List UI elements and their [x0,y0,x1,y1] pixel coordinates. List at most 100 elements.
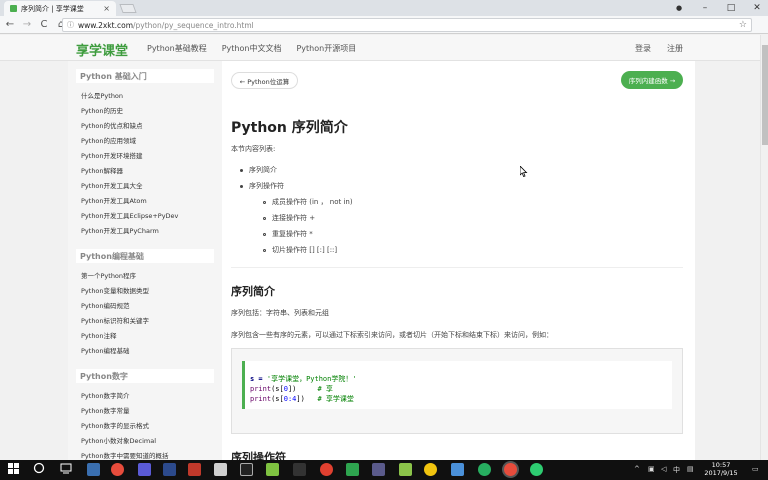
toc-item[interactable]: 序列操作符 [240,181,284,191]
window-controls: ● – □ ✕ [666,0,768,16]
account-icon[interactable]: ● [666,4,692,12]
sidebar-item[interactable]: Python开发工具Eclipse+PyDev [68,209,222,224]
url-host: www.2xkt.com [78,20,133,30]
maximize-button[interactable]: □ [718,3,744,13]
site-favicon-icon [10,5,17,12]
sidebar-item[interactable]: 什么是Python [68,89,222,104]
network-icon[interactable]: ▣ [648,465,655,473]
pycharm-icon[interactable] [346,463,359,476]
nav-python-docs[interactable]: Python中文文档 [222,43,282,54]
sidebar-item[interactable]: Python开发环境搭建 [68,149,222,164]
tab-title: 序列简介 | 享学课堂 [21,4,84,13]
clock-time: 10:57 [711,461,731,469]
sidebar: Python 基础入门 什么是Python Python的历史 Python的优… [68,61,222,460]
back-arrow-icon[interactable]: ← [3,19,17,30]
sidebar-item[interactable]: Python开发工具PyCharm [68,224,222,239]
file-explorer-icon[interactable] [87,463,100,476]
app-icon[interactable] [320,463,333,476]
app-icon[interactable] [530,463,543,476]
sidebar-item[interactable]: 第一个Python程序 [68,269,222,284]
keyboard-icon[interactable]: ▤ [687,465,694,473]
url-path: /python/py_sequence_intro.html [133,20,254,30]
app-icon[interactable] [478,463,491,476]
sidebar-section-title: Python 基础入门 [76,69,214,83]
sidebar-item[interactable]: Python数字简介 [68,389,222,404]
terminal-icon[interactable] [240,463,253,476]
reload-icon[interactable]: C [37,19,51,30]
bookmark-star-icon[interactable]: ☆ [739,20,747,30]
code-line: print(s[0:4]) # 享学课堂 [250,395,354,403]
close-window-button[interactable]: ✕ [744,3,768,13]
browser-tab[interactable]: 序列简介 | 享学课堂 × [4,1,116,16]
sidebar-item[interactable]: Python标识符和关键字 [68,314,222,329]
app-icon[interactable] [424,463,437,476]
sidebar-item[interactable]: Python注释 [68,329,222,344]
forward-arrow-icon[interactable]: → [20,19,34,30]
sidebar-item[interactable]: Python数字中需要知道的概括 [68,449,222,460]
sidebar-item[interactable]: Python小数对象Decimal [68,434,222,449]
sidebar-item[interactable]: Python数字常量 [68,404,222,419]
clock-date: 2017/9/15 [704,469,738,477]
code-block: s = '享学课堂，Python学院！' print(s[0]) # 享 pri… [231,348,683,434]
login-link[interactable]: 登录 [635,43,651,54]
chrome-icon[interactable] [111,463,124,476]
clock[interactable]: 10:57 2017/9/15 [700,461,742,477]
toc-subitem[interactable]: 切片操作符 [] [:] [::] [263,245,337,255]
sidebar-item[interactable]: Python的应用领域 [68,134,222,149]
page-info-icon[interactable]: ⓘ [67,20,74,30]
app-icon[interactable] [399,463,412,476]
toc-item[interactable]: 序列简介 [240,165,277,175]
sidebar-item[interactable]: Python的优点和缺点 [68,119,222,134]
taskbar: ^ ▣ ◁ 中 ▤ 10:57 2017/9/15 ▭ [0,460,768,480]
new-tab-button[interactable] [119,4,137,13]
tray-expand-icon[interactable]: ^ [634,465,640,473]
site-logo[interactable]: 享学课堂 [76,40,128,59]
toc-subitem[interactable]: 成员操作符 (in ， not in) [263,197,353,207]
sidebar-item[interactable]: Python开发工具Atom [68,194,222,209]
app-icon[interactable] [293,463,306,476]
app-icon[interactable] [214,463,227,476]
java-icon[interactable] [188,463,201,476]
volume-icon[interactable]: ◁ [661,465,666,473]
app-icon[interactable] [372,463,385,476]
next-article-button[interactable]: 序列内建函数 → [621,71,683,89]
sidebar-item[interactable]: Python解释器 [68,164,222,179]
site-header: 享学课堂 Python基础教程 Python中文文档 Python开源项目 登录… [0,35,760,61]
paragraph: 序列包括：字符串、列表和元组 [231,309,329,317]
search-icon[interactable] [33,462,45,477]
minimize-button[interactable]: – [692,3,718,13]
prev-article-button[interactable]: ← Python位运算 [231,72,298,89]
address-bar[interactable]: ⓘ www.2xkt.com /python/py_sequence_intro… [62,18,752,32]
sidebar-item[interactable]: Python数字的显示格式 [68,419,222,434]
code-line: print(s[0]) # 享 [250,385,333,393]
close-tab-icon[interactable]: × [103,4,110,13]
browser-toolbar: ← → C ⌂ ⓘ www.2xkt.com /python/py_sequen… [0,16,768,34]
notification-icon[interactable]: ▭ [752,465,759,473]
code-content: s = '享学课堂，Python学院！' print(s[0]) # 享 pri… [242,361,672,409]
photoshop-icon[interactable] [163,463,176,476]
media-player-icon[interactable] [138,463,151,476]
app-icon[interactable] [266,463,279,476]
sidebar-item[interactable]: Python编程基础 [68,344,222,359]
ime-indicator[interactable]: 中 [673,465,680,475]
sidebar-item[interactable]: Python变量和数据类型 [68,284,222,299]
nav-python-projects[interactable]: Python开源项目 [296,43,356,54]
windows-start-icon[interactable] [8,463,19,477]
app-icon[interactable] [451,463,464,476]
divider [231,267,683,268]
toc-intro: 本节内容列表: [231,145,276,153]
toc-subitem[interactable]: 连接操作符 + [263,213,315,223]
page-scrollbar[interactable] [760,35,768,460]
register-link[interactable]: 注册 [667,43,683,54]
chrome-active-icon[interactable] [504,463,517,476]
sidebar-item[interactable]: Python的历史 [68,104,222,119]
sidebar-item[interactable]: Python开发工具大全 [68,179,222,194]
sidebar-section-title: Python数字 [76,369,214,383]
sidebar-item[interactable]: Python编码规范 [68,299,222,314]
toc-subitem[interactable]: 重复操作符 * [263,229,313,239]
sidebar-section-title: Python编程基础 [76,249,214,263]
scrollbar-thumb[interactable] [762,45,768,145]
nav-python-tutorial[interactable]: Python基础教程 [147,43,207,54]
task-view-icon[interactable] [60,463,72,477]
site-nav: Python基础教程 Python中文文档 Python开源项目 [147,43,356,54]
